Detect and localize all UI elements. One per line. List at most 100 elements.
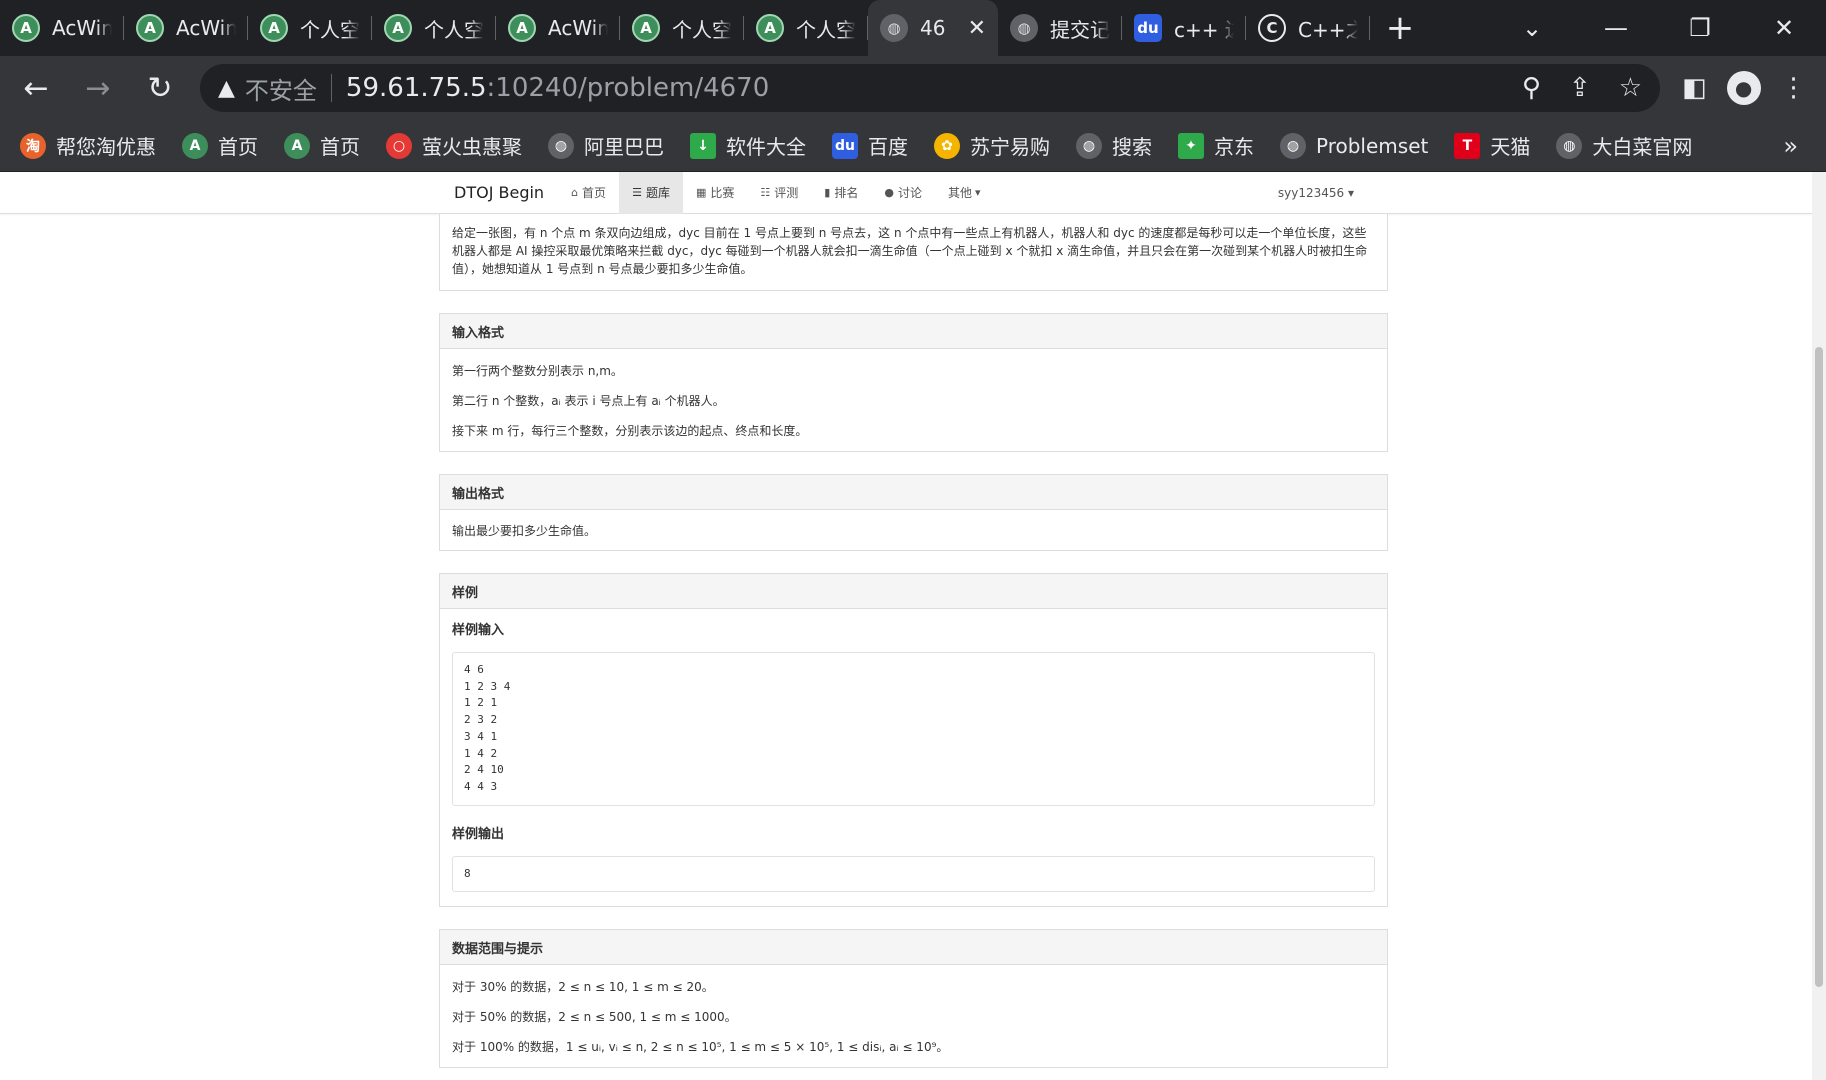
input-line: 第二行 n 个整数，aᵢ 表示 i 号点上有 aᵢ 个机器人。 — [452, 394, 725, 408]
home-icon: ⌂ — [571, 186, 579, 199]
globe-icon: ◍ — [1010, 14, 1038, 42]
forward-button[interactable]: → — [72, 62, 124, 114]
sample-output-code[interactable]: 8 — [452, 855, 1375, 893]
browser-toolbar: ← → ↻ ▲ 不安全 59.61.75.5:10240/problem/467… — [0, 56, 1826, 120]
sample-input-code[interactable]: 4 6 1 2 3 4 1 2 1 2 3 2 3 4 1 1 4 2 2 4 … — [452, 652, 1375, 806]
zoom-icon[interactable]: ⚲ — [1522, 73, 1541, 103]
list-icon: ☰ — [632, 186, 642, 199]
tasks-icon: ☷ — [760, 186, 771, 199]
menu-icon[interactable]: ⋮ — [1781, 73, 1807, 103]
bookmark-item[interactable]: ◍ 大白菜官网 — [1556, 131, 1692, 160]
nav-discuss[interactable]: ● 讨论 — [871, 172, 935, 214]
browser-tab[interactable]: A 个人空 — [744, 0, 868, 56]
output-format-panel: 输出格式 输出最少要扣多少生命值。 — [439, 474, 1388, 551]
back-button[interactable]: ← — [10, 62, 62, 114]
browser-tab[interactable]: A 个人空 — [372, 0, 496, 56]
nav-contest[interactable]: ▦ 比赛 — [683, 172, 747, 214]
browser-tab[interactable]: A AcWin — [496, 0, 620, 56]
bookmark-item[interactable]: ◍ 阿里巴巴 — [548, 131, 664, 160]
minimize-icon[interactable]: — — [1574, 0, 1658, 56]
url-path: :10240/problem/4670 — [486, 73, 770, 103]
nav-other[interactable]: 其他 ▾ — [935, 172, 994, 214]
browser-tab[interactable]: A 个人空 — [620, 0, 744, 56]
acwing-icon: A — [632, 14, 660, 42]
calendar-icon: ▦ — [695, 186, 707, 199]
address-bar[interactable]: ▲ 不安全 59.61.75.5:10240/problem/4670 ⚲ ⇪ … — [200, 64, 1660, 112]
tab-strip: A AcWin A AcWin A 个人空 A 个人空 A AcWin A 个人空 A 个人空… — [0, 0, 1826, 56]
window-controls: ⌄ — ❐ ✕ — [1490, 0, 1826, 56]
sample-panel: 样例 样例输入 4 6 1 2 3 4 1 2 1 2 3 2 3 4 1 1 … — [439, 573, 1388, 908]
bookmark-item[interactable]: ↓ 软件大全 — [690, 131, 806, 160]
bookmark-star-icon[interactable]: ☆ — [1619, 73, 1642, 103]
divider — [330, 74, 332, 102]
input-format-body: 第一行两个整数分别表示 n,m。 第二行 n 个整数，aᵢ 表示 i 号点上有 … — [440, 349, 1387, 451]
new-tab-button[interactable]: + — [1376, 4, 1424, 52]
c-icon: C — [1258, 14, 1286, 42]
acwing-icon: A — [508, 14, 536, 42]
input-format-panel: 输入格式 第一行两个整数分别表示 n,m。 第二行 n 个整数，aᵢ 表示 i … — [439, 313, 1388, 452]
bookmark-item[interactable]: ◍ 搜索 — [1076, 131, 1152, 160]
nav-ranking[interactable]: ▮ 排名 — [811, 172, 871, 214]
acwing-icon: A — [756, 14, 784, 42]
baidu-icon: du — [1134, 14, 1162, 42]
bookmark-item[interactable]: ✦ 京东 — [1178, 131, 1254, 160]
browser-tab[interactable]: duc++ 边 — [1122, 0, 1246, 56]
input-line: 第一行两个整数分别表示 n,m。 — [452, 364, 623, 378]
nav-home[interactable]: ⌂ 首页 — [558, 172, 619, 214]
browser-tab[interactable]: C C++之 — [1246, 0, 1370, 56]
constraint-line: 对于 100% 的数据，1 ≤ uᵢ, vᵢ ≤ n, 2 ≤ n ≤ 10⁵,… — [452, 1040, 949, 1055]
suning-icon: ✿ — [934, 132, 960, 159]
baidu-icon: du — [832, 132, 858, 159]
browser-tab[interactable]: A AcWin — [124, 0, 248, 56]
warning-icon[interactable]: ▲ — [218, 76, 235, 101]
omnibox-actions: ⚲ ⇪ ☆ — [1522, 73, 1642, 103]
panel-title: 样例 — [440, 574, 1387, 609]
browser-tab[interactable]: ◍ 提交记 — [998, 0, 1122, 56]
bookmark-item[interactable]: A 首页 — [182, 131, 258, 160]
site-navbar: DTOJ Begin ⌂ 首页 ☰ 题库 ▦ 比赛 ☷ 评测 ▮ 排名 ● 讨论 其他 ▾ s… — [0, 172, 1812, 214]
side-panel-icon[interactable]: ◧ — [1682, 73, 1707, 103]
comments-icon: ● — [884, 186, 894, 199]
constraint-line: 对于 50% 的数据，2 ≤ n ≤ 500, 1 ≤ m ≤ 1000。 — [452, 1010, 737, 1025]
browser-tab[interactable]: A AcWin — [0, 0, 124, 56]
share-icon[interactable]: ⇪ — [1569, 73, 1591, 103]
sample-output-label: 样例输出 — [452, 826, 505, 842]
browser-tab-active[interactable]: ◍ 46 ✕ — [868, 0, 998, 56]
close-window-icon[interactable]: ✕ — [1742, 0, 1826, 56]
acwing-icon: A — [12, 14, 40, 42]
restore-icon[interactable]: ❐ — [1658, 0, 1742, 56]
caret-down-icon: ▾ — [974, 186, 981, 199]
close-tab-icon[interactable]: ✕ — [968, 16, 986, 41]
profile-icon[interactable]: ● — [1726, 71, 1761, 105]
scrollbar-thumb[interactable] — [1815, 347, 1823, 987]
bookmark-item[interactable]: du 百度 — [832, 131, 908, 160]
bookmark-item[interactable]: A 首页 — [284, 131, 360, 160]
bookmark-item[interactable]: 淘帮您淘优惠 — [20, 131, 156, 160]
download-icon: ↓ — [690, 132, 716, 159]
input-line: 接下来 m 行，每行三个整数，分别表示该边的起点、终点和长度。 — [452, 424, 808, 438]
panel-title: 数据范围与提示 — [440, 930, 1387, 966]
constraints-body: 对于 30% 的数据，2 ≤ n ≤ 10, 1 ≤ m ≤ 20。 对于 50… — [440, 965, 1387, 1067]
bookmark-item[interactable]: ✿ 苏宁易购 — [934, 131, 1050, 160]
more-bookmarks-icon[interactable]: » — [1783, 132, 1798, 160]
bookmark-item[interactable]: ◍ Problemset — [1280, 132, 1428, 159]
description-text: 给定一张图，有 n 个点 m 条双向边组成，dyc 目前在 1 号点上要到 n … — [452, 226, 1368, 276]
nav-judge[interactable]: ☷ 评测 — [747, 172, 811, 214]
globe-icon: ◍ — [880, 14, 908, 42]
bookmark-item[interactable]: T 天猫 — [1454, 131, 1530, 160]
reload-button[interactable]: ↻ — [134, 62, 186, 114]
nav-problemset[interactable]: ☰ 题库 — [619, 172, 683, 214]
toolbar-right: ◧ ● ⋮ — [1682, 71, 1807, 105]
site-brand[interactable]: DTOJ Begin — [454, 183, 544, 202]
tab-search-icon[interactable]: ⌄ — [1490, 0, 1574, 56]
firefly-icon: ○ — [386, 132, 412, 159]
browser-tab[interactable]: A 个人空 — [248, 0, 372, 56]
page-scrollbar[interactable] — [1812, 172, 1826, 1080]
page-viewport: DTOJ Begin ⌂ 首页 ☰ 题库 ▦ 比赛 ☷ 评测 ▮ 排名 ● 讨论 其他 ▾ s… — [0, 172, 1826, 1080]
globe-icon: ◍ — [1280, 132, 1306, 159]
security-label[interactable]: 不安全 — [245, 71, 317, 106]
output-format-body: 输出最少要扣多少生命值。 — [452, 524, 597, 538]
user-menu[interactable]: syy123456 ▾ — [1278, 186, 1354, 200]
taobao-icon: 淘 — [20, 132, 46, 159]
bookmark-item[interactable]: ○ 萤火虫惠聚 — [386, 131, 522, 160]
